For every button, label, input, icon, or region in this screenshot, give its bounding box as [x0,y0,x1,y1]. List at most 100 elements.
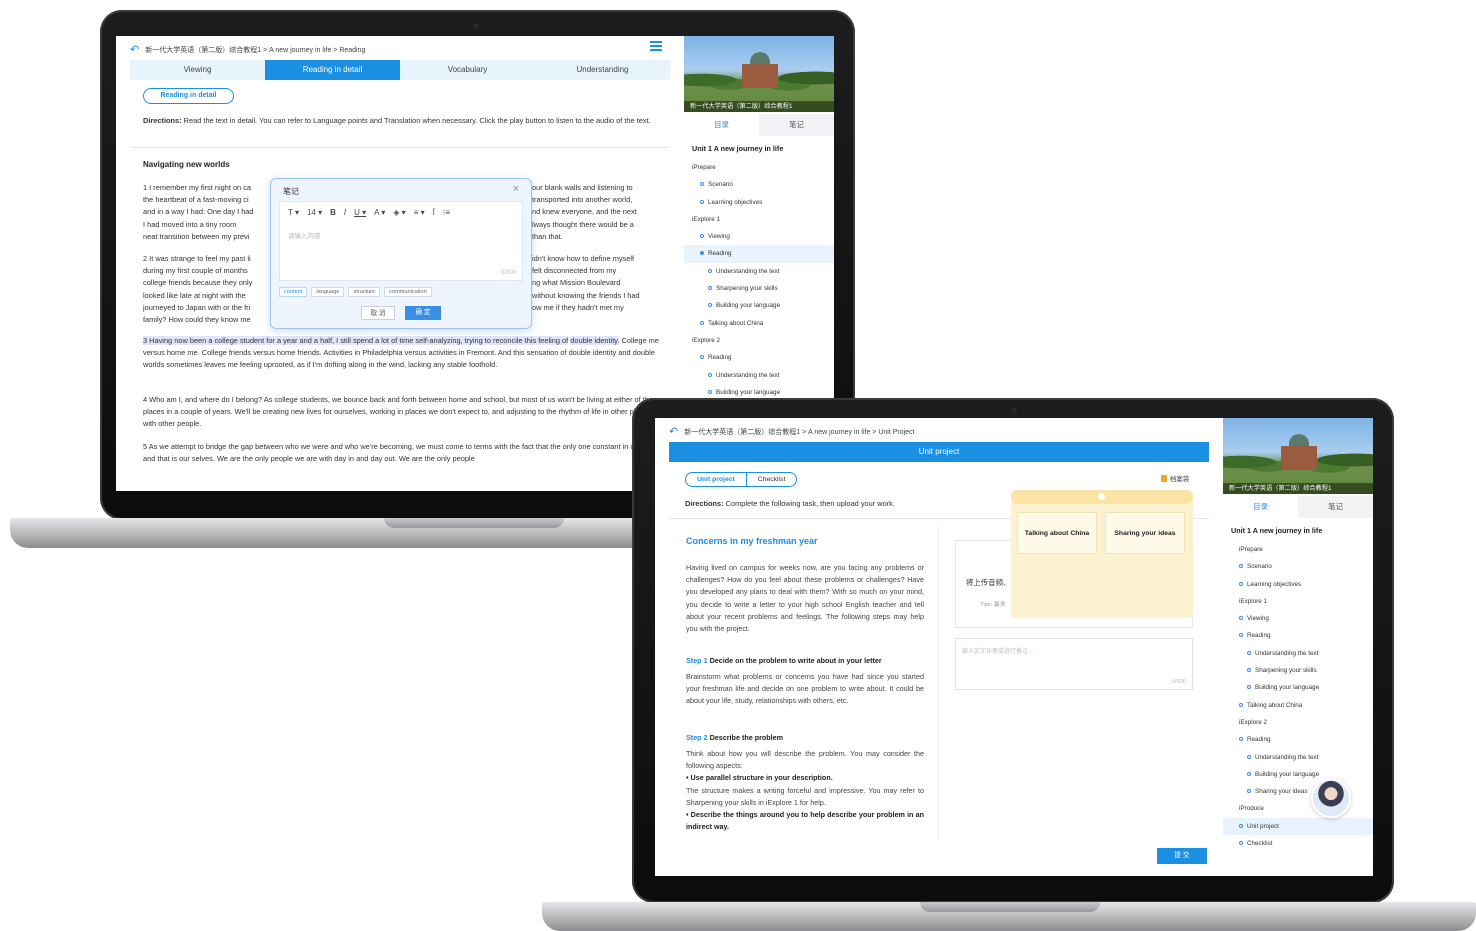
font-color-icon[interactable]: A ▾ [374,208,385,217]
toc-item[interactable]: iProduce [1223,800,1373,817]
toc-item[interactable]: Scenario [1223,558,1373,575]
toc-label: Reading [1247,736,1271,744]
toc-label: Sharpening your skills [1255,667,1317,675]
tab-viewing[interactable]: Viewing [130,60,265,80]
font-size-select[interactable]: 14 ▾ [307,208,322,217]
line: the heartbeat of a fast-moving ci [143,195,249,205]
portfolio-label: 档案袋 [1170,476,1190,483]
toc-item[interactable]: Sharpening your skills [1223,662,1373,679]
text-style-icon[interactable]: T ▾ [288,208,299,217]
upload-tip: Tips: 最多 [980,602,1006,608]
portfolio-popover: Talking about China Sharing your ideas [1011,490,1193,618]
task-intro: Having lived on campus for weeks now, ar… [686,563,924,634]
toc-item-current[interactable]: Reading [684,245,834,263]
toc-item[interactable]: Talking about China [1223,697,1373,714]
toc-item[interactable]: iExplore 1 [684,211,834,228]
list-icon[interactable]: ⁝≡ [443,208,450,217]
back-icon[interactable]: ↶ [669,426,678,438]
tag-language[interactable]: language [311,287,345,297]
underline-icon[interactable]: U ▾ [354,208,366,217]
card-talking-about-china[interactable]: Talking about China [1017,512,1097,554]
cancel-button[interactable]: 取 消 [361,306,395,320]
tab-notes[interactable]: 笔记 [1298,496,1373,518]
toc-item[interactable]: Scenario [684,176,834,193]
highlighted-text[interactable]: double identity. [570,336,620,345]
tab-contents[interactable]: 目录 [1223,496,1298,518]
italic-icon[interactable]: I [344,208,346,217]
menu-icon[interactable] [650,41,662,51]
toc-item[interactable]: iExplore 1 [1223,593,1373,610]
confirm-button[interactable]: 确 定 [405,306,441,320]
align-icon[interactable]: ≡ ▾ [414,208,425,217]
tab-reading-in-detail[interactable]: Reading in detail [265,60,400,80]
toc-item[interactable]: iPrepare [684,159,834,176]
toc-item[interactable]: Reading [684,349,834,366]
toc-label: iPrepare [692,164,716,171]
tag-structure[interactable]: structure [348,287,381,297]
toc-item[interactable]: iPrepare [1223,541,1373,558]
toc-label: Reading [1247,632,1271,640]
circle-icon [1239,737,1243,742]
toc-item[interactable]: Talking about China [684,315,834,332]
back-icon[interactable]: ↶ [130,44,139,56]
toc-label: iPrepare [1239,546,1263,553]
unit-title[interactable]: Unit 1 A new journey in life [1223,521,1373,541]
toc-item[interactable]: Reading [1223,731,1373,748]
toc-item[interactable]: Building your language [1223,766,1373,783]
tab-notes[interactable]: 笔记 [759,114,834,136]
toc-label: iExplore 1 [692,215,721,223]
tab-understanding[interactable]: Understanding [535,60,670,80]
close-icon[interactable]: × [513,183,519,195]
toc-item[interactable]: Learning objectives [684,194,834,211]
toc-item[interactable]: Checklist [1223,835,1373,852]
toc-item[interactable]: Understanding the text [684,367,834,384]
note-editor[interactable]: T ▾ 14 ▾ B I U ▾ A ▾ ◈ ▾ ≡ ▾ Ī ⁝≡ 请输入内容 … [279,201,523,281]
assistant-avatar[interactable] [1311,778,1351,818]
circle-icon [708,372,712,377]
camera-dot [1012,408,1017,413]
toc-item[interactable]: Building your language [1223,679,1373,696]
paragraph-2-left: 2 It was strange to feel my past li duri… [143,253,273,326]
circle-icon [700,182,704,187]
toc-item[interactable]: Learning objectives [1223,576,1373,593]
toc-item[interactable]: Sharpening your skills [684,280,834,297]
toc-item[interactable]: Reading [1223,627,1373,644]
toc-item[interactable]: Understanding the text [684,263,834,280]
submit-button[interactable]: 提 交 [1157,848,1207,864]
toc-item[interactable]: Viewing [684,228,834,245]
reading-in-detail-pill[interactable]: Reading in detail [143,88,234,104]
project-segment-tabs: Unit project Checklist [685,472,798,487]
clear-format-icon[interactable]: Ī [433,208,435,217]
toc-item[interactable]: Viewing [1223,610,1373,627]
directions: Directions: Read the text in detail. You… [143,115,658,127]
bold-icon[interactable]: B [330,208,336,217]
line: without knowing the friends I had [532,290,640,300]
card-sharing-your-ideas[interactable]: Sharing your ideas [1105,512,1185,554]
toc-item[interactable]: iExplore 2 [1223,714,1373,731]
answer-counter: 0/500 [1172,679,1186,685]
tab-unit-project[interactable]: Unit project [686,473,747,486]
tab-checklist[interactable]: Checklist [747,473,797,486]
circle-icon [1239,633,1243,638]
line: during my first couple of months [143,266,248,276]
toc-item[interactable]: Building your language [684,297,834,314]
highlight-color-icon[interactable]: ◈ ▾ [393,208,405,217]
tab-contents[interactable]: 目录 [684,114,759,136]
task-panel: Concerns in my freshman year Having live… [671,526,939,840]
tag-content[interactable]: content [279,287,308,297]
unit-title[interactable]: Unit 1 A new journey in life [684,139,834,159]
toc-item[interactable]: Understanding the text [1223,749,1373,766]
highlighted-text[interactable]: 3 Having now been a college student for … [143,336,569,345]
toc-label: Understanding the text [716,267,780,275]
answer-textarea[interactable]: 输入文字作答或进行备注... 0/500 [955,638,1193,690]
toc-label: Sharpening your skills [716,285,778,293]
tag-communication[interactable]: communication [384,287,432,297]
toc-item[interactable]: iExplore 2 [684,332,834,349]
circle-icon [700,355,704,360]
tab-vocabulary[interactable]: Vocabulary [400,60,535,80]
toc-label: Learning objectives [708,198,763,206]
portfolio-link[interactable]: 档案袋 [1161,474,1189,483]
toc-item-current[interactable]: Unit project [1223,817,1373,836]
toc-item[interactable]: Understanding the text [1223,645,1373,662]
circle-icon [1239,581,1243,586]
